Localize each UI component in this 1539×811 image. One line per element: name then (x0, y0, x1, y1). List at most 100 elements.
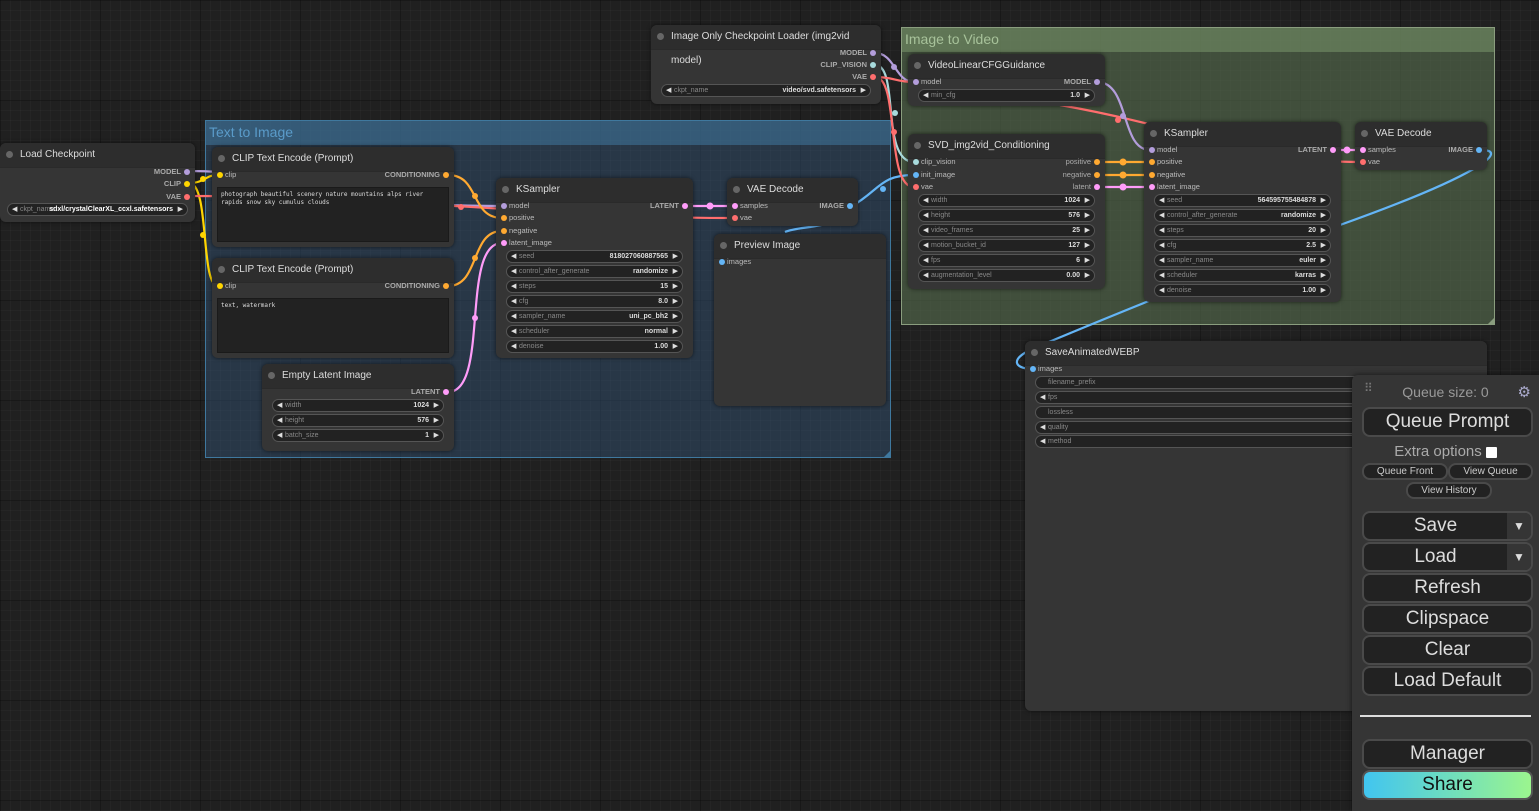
slot-dot[interactable] (719, 259, 725, 265)
share-button[interactable]: Share (1362, 770, 1533, 800)
decrement-arrow-icon[interactable]: ◀ (511, 266, 516, 277)
increment-arrow-icon[interactable]: ▶ (673, 281, 678, 292)
decrement-arrow-icon[interactable]: ◀ (1159, 240, 1164, 251)
extra-options-checkbox[interactable] (1485, 446, 1497, 458)
node-clip-text-encode-negative[interactable]: CLIP Text Encode (Prompt) clip CONDITION… (212, 258, 454, 358)
collapse-dot[interactable] (6, 151, 13, 158)
widget-control-after-generate[interactable]: ◀ control_after_generate randomize ▶ (1154, 209, 1331, 222)
node-load-checkpoint[interactable]: Load Checkpoint MODEL CLIP VAE ◀ ckpt_nam… (0, 143, 195, 222)
input-positive[interactable]: positive (501, 212, 534, 224)
decrement-arrow-icon[interactable]: ◀ (511, 251, 516, 262)
view-history-button[interactable]: View History (1406, 482, 1492, 499)
increment-arrow-icon[interactable]: ▶ (1085, 255, 1090, 266)
save-dropdown-icon[interactable]: ▼ (1507, 513, 1531, 539)
group-title[interactable]: Text to Image (206, 121, 890, 145)
save-button[interactable]: Save ▼ (1362, 511, 1533, 541)
view-queue-button[interactable]: View Queue (1448, 463, 1533, 480)
widget-height[interactable]: ◀ height 576 ▶ (272, 414, 444, 427)
widget-sampler-name[interactable]: ◀ sampler_name uni_pc_bh2 ▶ (506, 310, 683, 323)
widget-ckpt-name[interactable]: ◀ ckpt_name video/svd.safetensors ▶ (661, 84, 871, 97)
widget-steps[interactable]: ◀ steps 20 ▶ (1154, 224, 1331, 237)
increment-arrow-icon[interactable]: ▶ (673, 311, 678, 322)
decrement-arrow-icon[interactable]: ◀ (277, 430, 282, 441)
decrement-arrow-icon[interactable]: ◀ (277, 400, 282, 411)
node-svd-img2vid-conditioning[interactable]: SVD_img2vid_Conditioning clip_vision ini… (908, 134, 1105, 289)
input-model[interactable]: model (501, 200, 529, 212)
slot-dot[interactable] (1094, 184, 1100, 190)
output-clip-vision[interactable]: CLIP_VISION (820, 59, 876, 71)
decrement-arrow-icon[interactable]: ◀ (1159, 225, 1164, 236)
output-latent[interactable]: LATENT (1298, 144, 1336, 156)
slot-dot[interactable] (184, 181, 190, 187)
decrement-arrow-icon[interactable]: ◀ (1159, 285, 1164, 296)
input-positive[interactable]: positive (1149, 156, 1182, 168)
increment-arrow-icon[interactable]: ▶ (1321, 285, 1326, 296)
slot-dot[interactable] (1094, 172, 1100, 178)
slot-dot[interactable] (443, 172, 449, 178)
widget-scheduler[interactable]: ◀ scheduler karras ▶ (1154, 269, 1331, 282)
decrement-arrow-icon[interactable]: ◀ (511, 296, 516, 307)
slot-dot[interactable] (1149, 159, 1155, 166)
output-vae[interactable]: VAE (852, 71, 876, 83)
slot-dot[interactable] (1094, 159, 1100, 165)
decrement-arrow-icon[interactable]: ◀ (923, 240, 928, 251)
widget-seed[interactable]: ◀ seed 818027060887565 ▶ (506, 250, 683, 263)
increment-arrow-icon[interactable]: ▶ (1321, 255, 1326, 266)
node-ksampler-text-to-image[interactable]: KSampler model positive negative latent_imag… (496, 178, 693, 358)
extra-options-toggle[interactable]: Extra options (1352, 443, 1539, 460)
collapse-dot[interactable] (720, 242, 727, 249)
increment-arrow-icon[interactable]: ▶ (673, 341, 678, 352)
slot-dot[interactable] (1476, 147, 1482, 153)
widget-fps[interactable]: ◀ fps 6 ▶ (918, 254, 1095, 267)
collapse-dot[interactable] (1150, 130, 1157, 137)
increment-arrow-icon[interactable]: ▶ (1321, 195, 1326, 206)
collapse-dot[interactable] (1361, 130, 1368, 137)
output-positive[interactable]: positive (1066, 156, 1100, 168)
slot-dot[interactable] (1330, 147, 1336, 153)
slot-dot[interactable] (1149, 171, 1155, 178)
node-title[interactable]: SaveAnimatedWEBP (1025, 341, 1487, 366)
node-ksampler-image-to-video[interactable]: KSampler model positive negative latent_imag… (1144, 122, 1341, 302)
increment-arrow-icon[interactable]: ▶ (1321, 270, 1326, 281)
queue-front-button[interactable]: Queue Front (1362, 463, 1448, 480)
collapse-dot[interactable] (733, 186, 740, 193)
manager-button[interactable]: Manager (1362, 739, 1533, 769)
increment-arrow-icon[interactable]: ▶ (861, 85, 866, 96)
node-video-linear-cfg-guidance[interactable]: VideoLinearCFGGuidance model MODEL ◀ min_… (908, 54, 1105, 106)
decrement-arrow-icon[interactable]: ◀ (511, 326, 516, 337)
increment-arrow-icon[interactable]: ▶ (1321, 210, 1326, 221)
output-clip[interactable]: CLIP (164, 178, 190, 190)
decrement-arrow-icon[interactable]: ◀ (511, 281, 516, 292)
input-vae[interactable]: vae (1360, 156, 1380, 168)
collapse-dot[interactable] (502, 186, 509, 193)
decrement-arrow-icon[interactable]: ◀ (511, 341, 516, 352)
slot-dot[interactable] (501, 227, 507, 234)
increment-arrow-icon[interactable]: ▶ (673, 296, 678, 307)
node-preview-image[interactable]: Preview Image images (714, 234, 886, 406)
slot-dot[interactable] (913, 184, 919, 190)
slot-dot[interactable] (443, 389, 449, 395)
slot-dot[interactable] (1149, 147, 1155, 153)
input-vae[interactable]: vae (913, 181, 933, 193)
increment-arrow-icon[interactable]: ▶ (434, 415, 439, 426)
decrement-arrow-icon[interactable]: ◀ (923, 225, 928, 236)
output-image[interactable]: IMAGE (819, 200, 853, 212)
decrement-arrow-icon[interactable]: ◀ (1040, 392, 1045, 403)
output-image[interactable]: IMAGE (1448, 144, 1482, 156)
slot-dot[interactable] (913, 159, 919, 165)
load-dropdown-icon[interactable]: ▼ (1507, 544, 1531, 570)
widget-sampler-name[interactable]: ◀ sampler_name euler ▶ (1154, 254, 1331, 267)
slot-dot[interactable] (501, 215, 507, 222)
decrement-arrow-icon[interactable]: ◀ (1159, 210, 1164, 221)
collapse-dot[interactable] (1031, 349, 1038, 356)
decrement-arrow-icon[interactable]: ◀ (923, 270, 928, 281)
slot-dot[interactable] (501, 240, 507, 247)
increment-arrow-icon[interactable]: ▶ (1085, 90, 1090, 101)
decrement-arrow-icon[interactable]: ◀ (12, 204, 17, 215)
input-clip-vision[interactable]: clip_vision (913, 156, 956, 168)
node-title[interactable]: Load Checkpoint (0, 143, 195, 168)
input-vae[interactable]: vae (732, 212, 752, 224)
slot-dot[interactable] (732, 203, 738, 209)
input-images[interactable]: images (719, 256, 751, 268)
slot-dot[interactable] (443, 283, 449, 289)
